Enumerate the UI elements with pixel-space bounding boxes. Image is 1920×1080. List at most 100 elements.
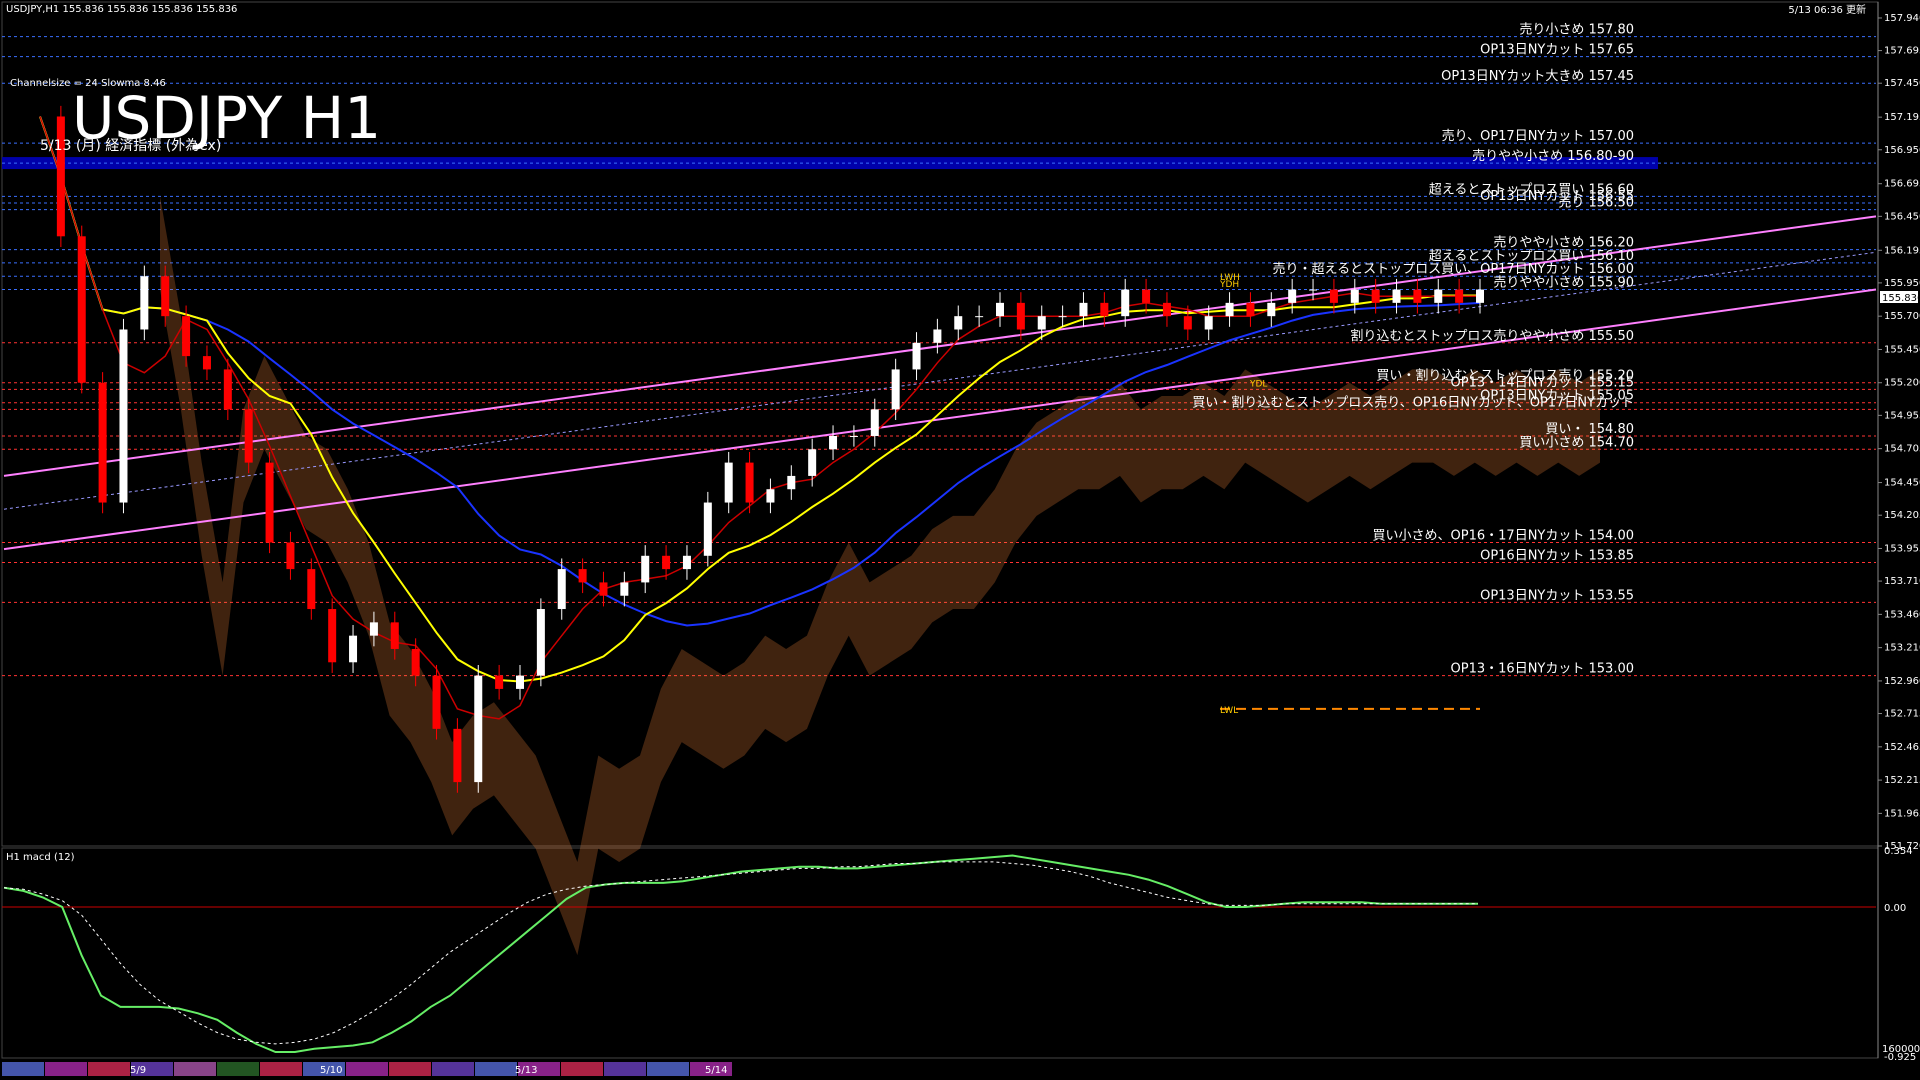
macd-bottom-label: 160000 — [1882, 1044, 1920, 1055]
date-segment — [346, 1062, 388, 1076]
price-tick-label: 154.955 — [1884, 410, 1920, 421]
level-label: 売り 156.50 — [1558, 195, 1634, 211]
candle-body — [766, 489, 775, 503]
candle-body — [891, 369, 900, 410]
current-price: 155.836 — [1882, 293, 1920, 304]
price-axis: 157.940 157.695 157.450 157.195 156.950 156.6… — [1878, 13, 1920, 852]
price-tick-label: 152.215 — [1884, 775, 1920, 786]
price-tick-label: 156.950 — [1884, 145, 1920, 156]
price-tick-label: 155.700 — [1884, 311, 1920, 322]
price-tick-label: 155.450 — [1884, 344, 1920, 355]
candle-body — [1246, 302, 1255, 317]
candle-body — [1100, 302, 1109, 317]
candle-body — [1079, 302, 1088, 317]
candle-body — [1183, 316, 1192, 330]
candle-body — [954, 316, 963, 330]
candle-body — [453, 728, 462, 783]
candle-body — [244, 409, 253, 463]
candle-body — [724, 462, 733, 503]
candle-body — [1329, 289, 1338, 303]
marker-label: LWL — [1220, 706, 1238, 716]
candle-body — [620, 582, 629, 596]
level-label: 売り小さめ 157.80 — [1519, 22, 1634, 38]
candle-body — [1455, 289, 1464, 303]
candle-body — [1037, 316, 1046, 330]
macd-label: H1 macd (12) — [6, 852, 75, 863]
candle-body — [912, 342, 921, 370]
price-tick-label: 156.195 — [1884, 245, 1920, 256]
candle-body — [349, 635, 358, 663]
date-segment — [45, 1062, 87, 1076]
candle-body — [1392, 289, 1401, 303]
candle-body — [557, 569, 566, 610]
candle-body — [223, 369, 232, 410]
candle-body — [56, 116, 65, 237]
price-tick-label: 157.940 — [1884, 13, 1920, 24]
candle-body — [474, 675, 483, 783]
macd-main-line — [3, 854, 1478, 1053]
date-segment — [647, 1062, 689, 1076]
candle-body — [849, 435, 858, 437]
macd-signal-line — [3, 861, 1478, 1045]
candle-body — [1350, 289, 1359, 303]
date-label: 5/10 — [320, 1065, 342, 1076]
cloud-area — [160, 196, 1600, 956]
level-label: 買い・割り込むとストップロス売り、OP16日NYカット、OP17日NYカット — [1192, 394, 1634, 410]
candle-body — [1476, 289, 1484, 303]
date-segment — [217, 1062, 259, 1076]
macd-panel: 0.3540.00-0.925 — [2, 846, 1916, 1063]
candle-body — [870, 409, 879, 436]
date-label: 5/13 — [515, 1065, 537, 1076]
candle-body — [432, 675, 441, 729]
price-tick-label: 157.450 — [1884, 78, 1920, 89]
candle-body — [1162, 302, 1171, 317]
price-tick-label: 154.205 — [1884, 510, 1920, 521]
price-tick-label: 154.450 — [1884, 478, 1920, 489]
candle-body — [265, 462, 274, 543]
candle-body — [682, 555, 691, 570]
level-label: OP13日NYカット 153.55 — [1480, 588, 1634, 603]
candle-body — [703, 502, 712, 556]
candle-body — [1058, 316, 1067, 318]
level-label: OP13日NYカット大きめ 157.45 — [1441, 69, 1634, 84]
candle-body — [787, 475, 796, 490]
price-tick-label: 155.950 — [1884, 278, 1920, 289]
level-label: 買い小さめ 154.70 — [1519, 435, 1634, 450]
chart-subtitle: 5/13 (月) 経済指標 (外為ex) — [40, 138, 221, 154]
candle-body — [307, 569, 316, 610]
date-segment — [389, 1062, 431, 1076]
symbol-info: USDJPY,H1 155.836 155.836 155.836 155.83… — [6, 4, 237, 15]
date-segment — [260, 1062, 302, 1076]
date-segment — [561, 1062, 603, 1076]
macd-panel-frame — [1, 847, 1879, 1059]
candle-body — [161, 276, 170, 317]
price-tick-label: 152.465 — [1884, 742, 1920, 753]
candle-body — [578, 569, 587, 583]
candle-body — [745, 462, 754, 503]
price-tick-label: 152.960 — [1884, 676, 1920, 687]
date-label: 5/14 — [705, 1065, 727, 1076]
date-segment — [432, 1062, 474, 1076]
date-segment — [604, 1062, 646, 1076]
candle-body — [1413, 289, 1422, 303]
update-time: 5/13 06:36 更新 — [1788, 3, 1866, 16]
price-tick-label: 153.210 — [1884, 643, 1920, 654]
candle-body — [1016, 302, 1025, 330]
candle-body — [1309, 289, 1318, 291]
macd-tick-label: 0.00 — [1884, 903, 1906, 914]
marker-label: YDL — [1249, 380, 1267, 390]
chart-canvas[interactable]: 売り小さめ 157.80 OP13日NYカット 157.65 OP13日NYカット大… — [0, 0, 1920, 1080]
candle-body — [1225, 302, 1234, 317]
candle-body — [286, 542, 295, 570]
level-label: 売り、OP17日NYカット 157.00 — [1442, 128, 1634, 144]
candle-body — [1121, 289, 1130, 317]
price-tick-label: 151.965 — [1884, 808, 1920, 819]
candle-body — [933, 329, 942, 343]
level-labels: 売り小さめ 157.80 OP13日NYカット 157.65 OP13日NYカット大… — [1192, 22, 1634, 716]
candle-body — [1288, 289, 1297, 303]
candle-body — [1371, 289, 1380, 303]
candle-body — [599, 582, 608, 596]
date-segment — [2, 1062, 44, 1076]
candle-body — [1434, 289, 1443, 303]
price-tick-label: 157.195 — [1884, 112, 1920, 123]
